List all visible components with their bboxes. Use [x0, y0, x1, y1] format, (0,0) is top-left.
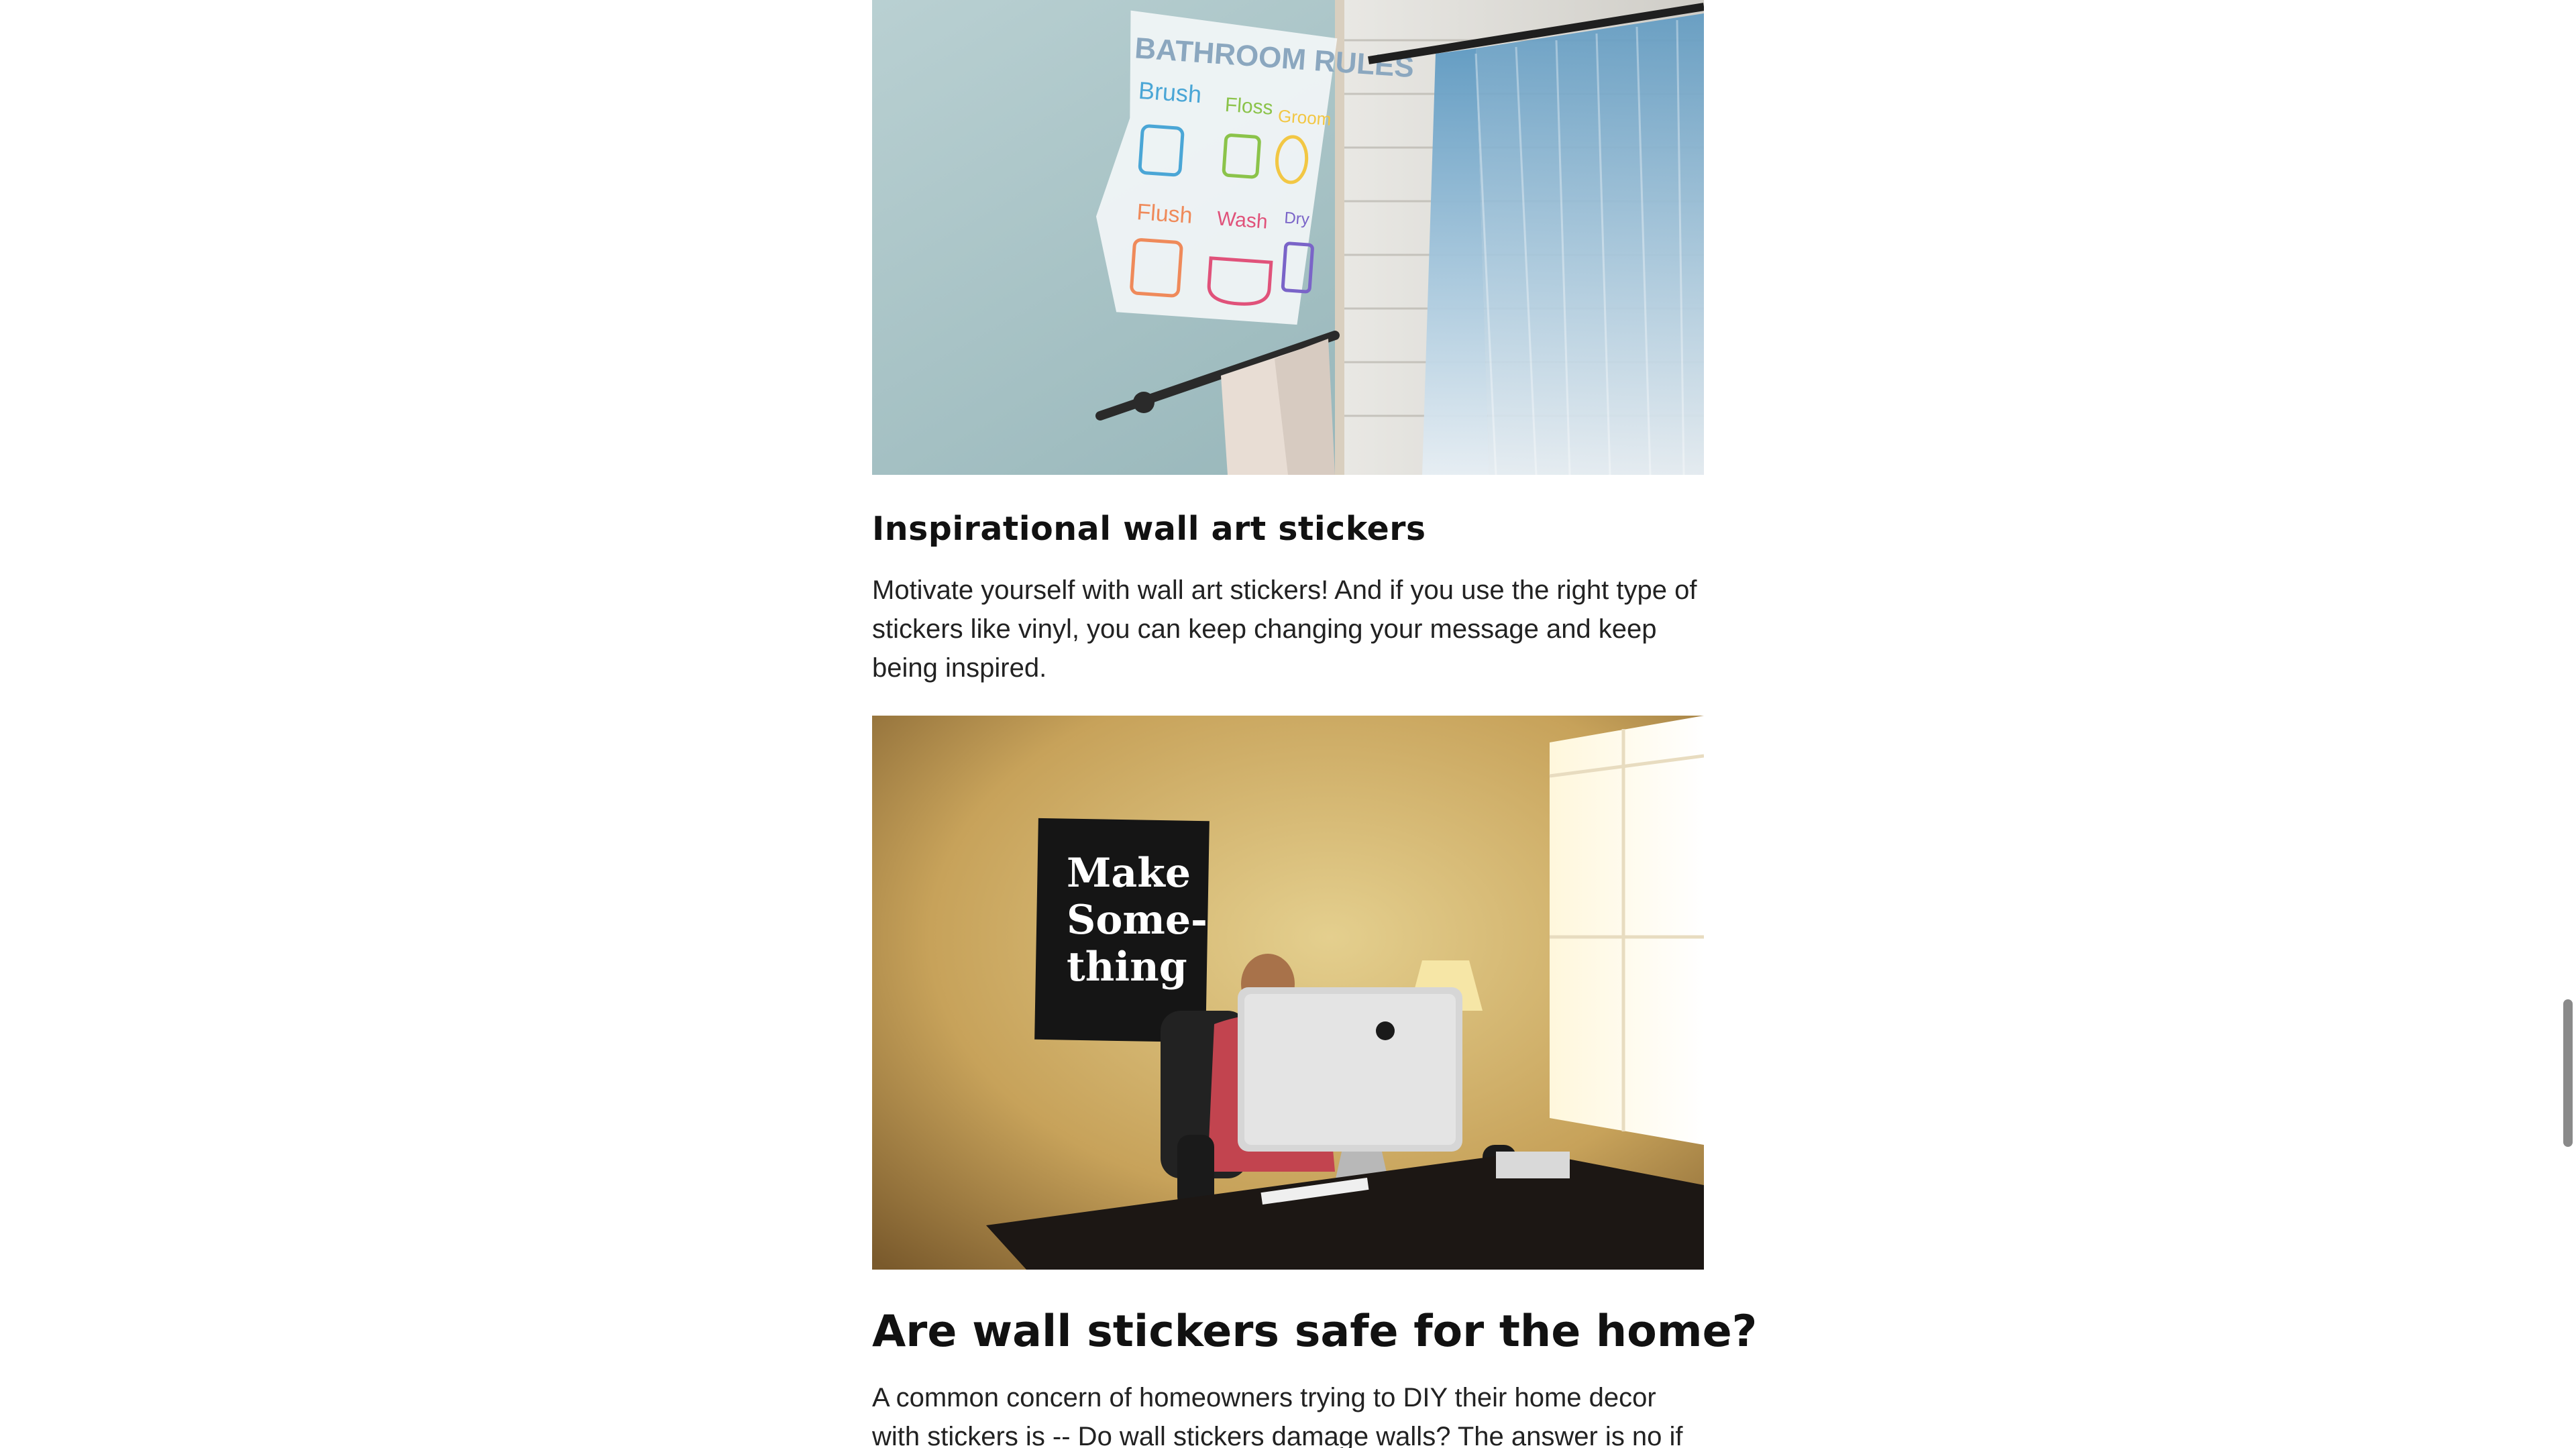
sign-item-flush: Flush — [1136, 199, 1193, 229]
sign-item-brush: Brush — [1138, 76, 1203, 108]
apple-logo-icon — [1376, 1021, 1395, 1040]
poster-line-1: Make — [1067, 850, 1191, 897]
office-illustration: Make Some- thing — [872, 716, 1704, 1270]
paragraph-inspirational: Motivate yourself with wall art stickers… — [872, 575, 1697, 683]
bathroom-rules-illustration: BATHROOM RULES Brush Floss Groom Flush W… — [872, 0, 1704, 475]
sign-item-dry: Dry — [1284, 209, 1310, 229]
sign-item-groom: Groom — [1277, 105, 1332, 129]
poster-line-2: Some- — [1067, 897, 1208, 944]
bathroom-rules-photo: BATHROOM RULES Brush Floss Groom Flush W… — [872, 0, 1704, 475]
office-make-something-photo: Make Some- thing — [872, 716, 1704, 1270]
section-heading-inspirational: Inspirational wall art stickers — [872, 510, 1426, 548]
vertical-scrollbar[interactable] — [2559, 0, 2576, 1448]
scrollbar-thumb[interactable] — [2563, 999, 2573, 1147]
section-heading-safety: Are wall stickers safe for the home? — [872, 1306, 1758, 1357]
page: BATHROOM RULES Brush Floss Groom Flush W… — [0, 0, 2576, 1448]
paragraph-safety: A common concern of homeowners trying to… — [872, 1383, 1683, 1448]
sign-item-floss: Floss — [1224, 94, 1274, 119]
poster-line-3: thing — [1067, 944, 1187, 991]
sign-item-wash: Wash — [1216, 207, 1269, 233]
